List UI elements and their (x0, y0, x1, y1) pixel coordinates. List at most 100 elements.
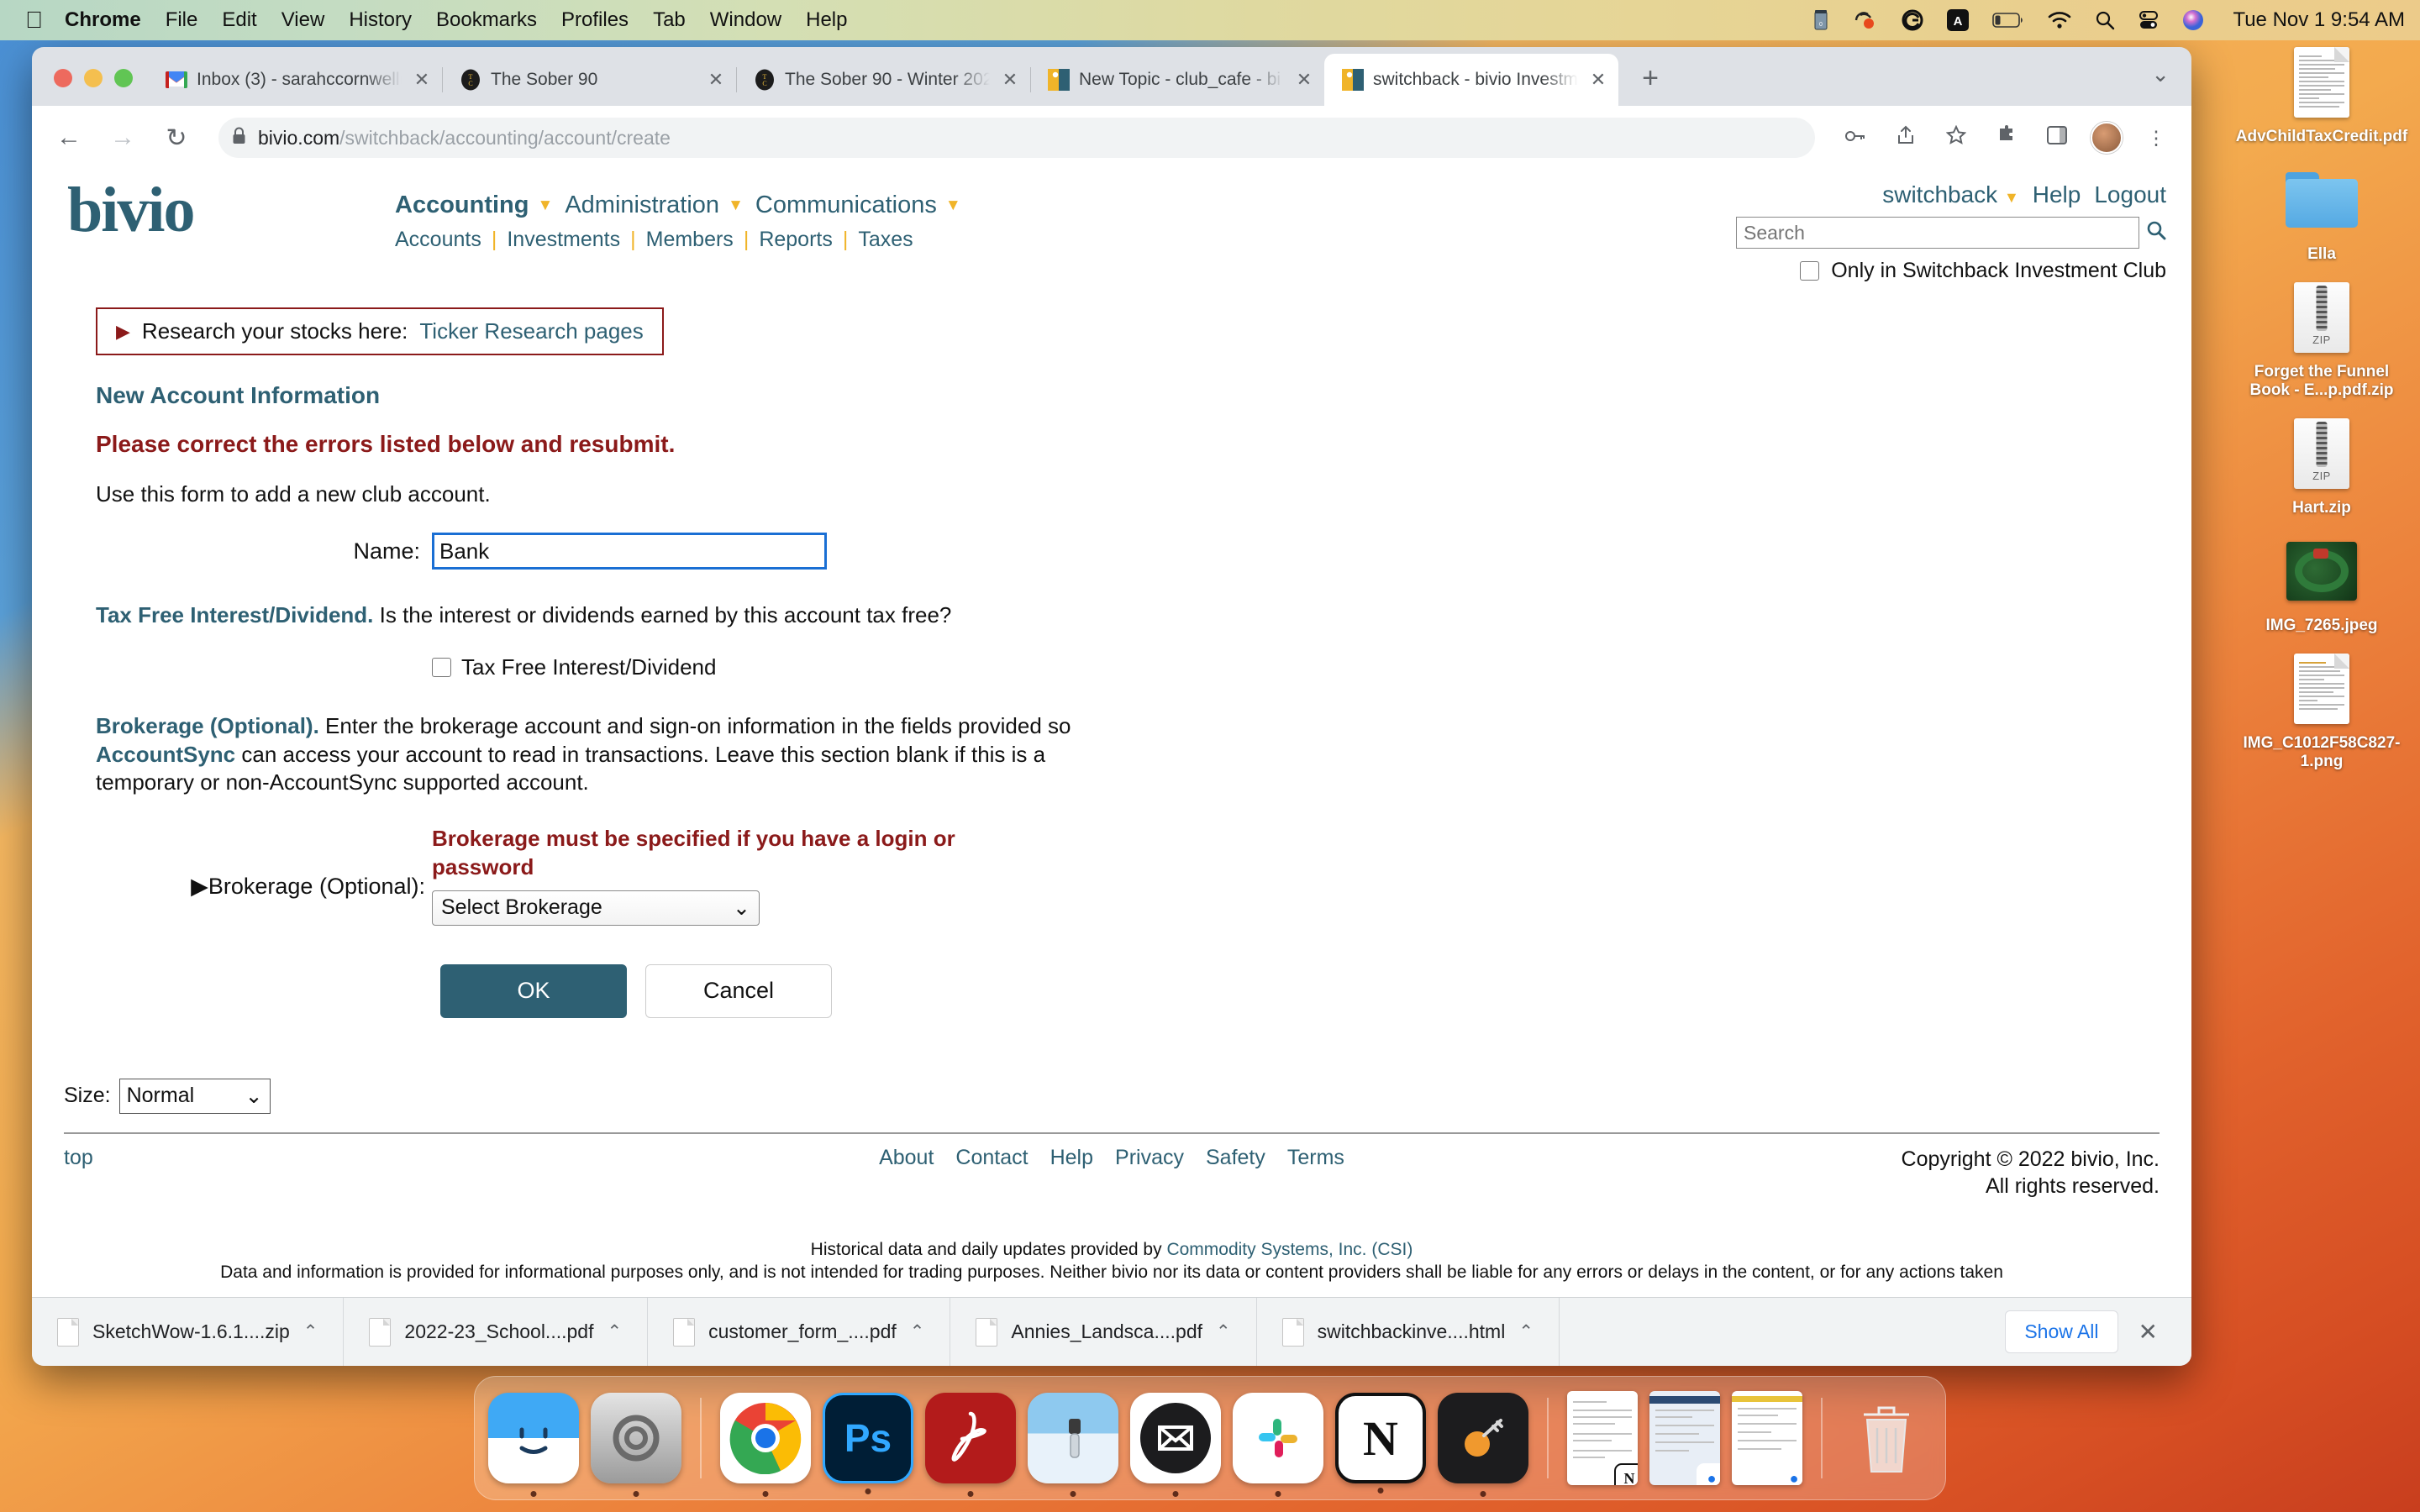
nav-accounting[interactable]: Accounting ▼ (395, 192, 553, 219)
menu-item-chrome[interactable]: Chrome (65, 8, 141, 32)
brokerage-select[interactable]: Select Brokerage ⌄ (432, 890, 760, 926)
name-input[interactable] (432, 533, 827, 570)
chevron-up-icon[interactable]: ⌃ (1518, 1321, 1534, 1342)
tab-close-icon[interactable]: ✕ (1586, 69, 1610, 91)
chevron-up-icon[interactable]: ⌃ (303, 1321, 318, 1342)
size-select[interactable]: Normal ⌄ (118, 1078, 271, 1114)
account-menu[interactable]: switchback ▼ (1882, 181, 2019, 208)
footer-link-privacy[interactable]: Privacy (1115, 1146, 1184, 1170)
menu-item-tab[interactable]: Tab (653, 8, 686, 32)
mailbird-icon[interactable] (1130, 1393, 1221, 1497)
battery-icon[interactable] (1992, 12, 2024, 29)
chrome-menu-icon[interactable]: ⋮ (2139, 127, 2173, 150)
minimized-window-notion[interactable]: N (1567, 1391, 1638, 1485)
download-item-sketchwow[interactable]: SketchWow-1.6.1....zip ⌃ (32, 1297, 345, 1366)
close-window-button[interactable] (54, 69, 72, 87)
download-item-customer-form-pdf[interactable]: customer_form_....pdf ⌃ (648, 1297, 951, 1366)
slack-icon[interactable] (1233, 1393, 1323, 1497)
onepassword-icon[interactable] (1853, 9, 1878, 31)
nav-communications[interactable]: Communications ▼ (755, 192, 961, 219)
tab-close-icon[interactable]: ✕ (704, 69, 728, 91)
password-key-icon[interactable] (1839, 127, 1872, 150)
desktop-icon-forget-the-funnel-zip[interactable]: ZIP Forget the Funnel Book - E...p.pdf.z… (2233, 277, 2410, 400)
keychain-access-icon[interactable] (1438, 1393, 1528, 1497)
download-item-annies-landscaping-pdf[interactable]: Annies_Landsca....pdf ⌃ (950, 1297, 1257, 1366)
input-source-icon[interactable]: A (1947, 9, 1970, 31)
menu-item-bookmarks[interactable]: Bookmarks (436, 8, 537, 32)
only-in-club-checkbox[interactable] (1800, 261, 1820, 281)
nav-reports[interactable]: Reports (759, 228, 833, 252)
cancel-button[interactable]: Cancel (645, 963, 832, 1018)
share-icon[interactable] (1889, 125, 1923, 150)
menu-item-view[interactable]: View (281, 8, 325, 32)
minimized-window-chrome-2[interactable]: ● (1732, 1391, 1802, 1485)
download-item-school-pdf[interactable]: 2022-23_School....pdf ⌃ (344, 1297, 649, 1366)
control-center-icon[interactable] (2139, 10, 2159, 30)
header-logout-link[interactable]: Logout (2094, 181, 2166, 208)
spotlight-search-icon[interactable] (2095, 10, 2115, 30)
nav-administration[interactable]: Administration ▼ (565, 192, 744, 219)
search-magnifier-icon[interactable] (2146, 220, 2166, 246)
menu-item-edit[interactable]: Edit (222, 8, 256, 32)
reload-button[interactable]: ↻ (158, 123, 195, 153)
tab-the-sober-90-winter[interactable]: TC The Sober 90 - Winter 202 ✕ (736, 54, 1031, 106)
menu-item-profiles[interactable]: Profiles (561, 8, 629, 32)
trash-icon[interactable] (1841, 1393, 1932, 1483)
chevron-up-icon[interactable]: ⌃ (910, 1321, 925, 1342)
adobe-acrobat-icon[interactable] (925, 1393, 1016, 1497)
search-input[interactable] (1736, 217, 2139, 249)
ok-button[interactable]: OK (440, 963, 627, 1018)
photoshop-icon[interactable]: Ps (823, 1393, 913, 1494)
menu-item-window[interactable]: Window (710, 8, 781, 32)
csi-link[interactable]: Commodity Systems, Inc. (CSI) (1166, 1240, 1413, 1259)
google-chrome-icon[interactable] (720, 1393, 811, 1497)
desktop-icon-img-7265-jpeg[interactable]: IMG_7265.jpeg (2233, 531, 2410, 635)
desktop-icon-advchildtaxcredit-pdf[interactable]: AdvChildTaxCredit.pdf (2233, 42, 2410, 146)
tab-close-icon[interactable]: ✕ (998, 69, 1022, 91)
tab-close-icon[interactable]: ✕ (1292, 69, 1316, 91)
ticker-research-link[interactable]: Ticker Research pages (419, 318, 643, 344)
download-item-switchback-html[interactable]: switchbackinve....html ⌃ (1257, 1297, 1560, 1366)
close-downloads-bar-icon[interactable]: ✕ (2118, 1318, 2178, 1346)
nav-accounts[interactable]: Accounts (395, 228, 481, 252)
battery-stats-icon[interactable]: 0 (1812, 9, 1829, 31)
tab-switchback-bivio[interactable]: switchback - bivio Investm ✕ (1324, 54, 1618, 106)
footer-link-safety[interactable]: Safety (1206, 1146, 1265, 1170)
nav-taxes[interactable]: Taxes (858, 228, 913, 252)
maximize-window-button[interactable] (114, 69, 133, 87)
system-settings-icon[interactable] (591, 1393, 681, 1497)
chevron-up-icon[interactable]: ⌃ (607, 1321, 622, 1342)
extensions-puzzle-icon[interactable] (1990, 125, 2023, 150)
notion-icon[interactable]: N (1335, 1393, 1426, 1494)
menu-item-file[interactable]: File (166, 8, 198, 32)
tab-close-icon[interactable]: ✕ (410, 69, 434, 91)
finder-icon[interactable] (488, 1393, 579, 1497)
footer-link-help[interactable]: Help (1050, 1146, 1093, 1170)
tab-inbox-gmail[interactable]: Inbox (3) - sarahccornwell( ✕ (148, 54, 443, 106)
header-help-link[interactable]: Help (2033, 181, 2081, 208)
apple-menu-icon[interactable]:  (25, 8, 43, 32)
tab-the-sober-90[interactable]: TC The Sober 90 ✕ (442, 54, 737, 106)
desktop-icon-ella-folder[interactable]: Ella (2233, 160, 2410, 264)
forward-button[interactable]: → (104, 123, 141, 152)
desktop-icon-img-c1012f58c827-png[interactable]: IMG_C1012F58C827-1.png (2233, 648, 2410, 771)
footer-link-contact[interactable]: Contact (955, 1146, 1028, 1170)
nav-investments[interactable]: Investments (507, 228, 620, 252)
bookmark-star-icon[interactable] (1939, 124, 1973, 150)
menu-item-help[interactable]: Help (806, 8, 847, 32)
preview-icon[interactable] (1028, 1393, 1118, 1497)
new-tab-button[interactable]: + (1627, 55, 1674, 102)
menu-item-history[interactable]: History (349, 8, 412, 32)
side-panel-icon[interactable] (2040, 126, 2074, 150)
tab-new-topic-club-cafe[interactable]: New Topic - club_cafe - bi ✕ (1030, 54, 1325, 106)
show-all-downloads-button[interactable]: Show All (2005, 1310, 2118, 1353)
address-bar[interactable]: bivio.com/switchback/accounting/account/… (218, 118, 1815, 158)
tab-search-chevron-icon[interactable]: ⌄ (2151, 61, 2191, 106)
tax-free-checkbox[interactable] (432, 658, 451, 678)
back-button[interactable]: ← (50, 123, 87, 152)
minimize-window-button[interactable] (84, 69, 103, 87)
footer-link-terms[interactable]: Terms (1287, 1146, 1344, 1170)
footer-link-about[interactable]: About (879, 1146, 934, 1170)
desktop-icon-hart-zip[interactable]: ZIP Hart.zip (2233, 413, 2410, 517)
grammarly-icon[interactable] (1902, 9, 1923, 31)
